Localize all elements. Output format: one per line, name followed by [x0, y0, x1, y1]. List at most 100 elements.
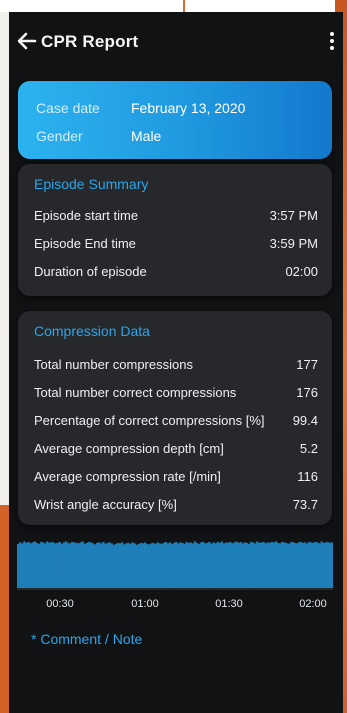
chart-bar	[50, 541, 53, 588]
wrist-angle-value: 73.7	[292, 497, 318, 512]
compression-row: Total number correct compressions 176	[34, 385, 318, 405]
chart-bar	[204, 543, 207, 588]
chart-bar	[197, 543, 201, 588]
back-arrow-icon[interactable]	[17, 31, 37, 51]
chart-bar	[17, 543, 20, 588]
chart-bar	[305, 543, 309, 588]
case-date-label: Case date	[36, 100, 100, 116]
chart-bar	[177, 543, 180, 588]
chart-bar	[226, 542, 230, 588]
chart-bar	[239, 541, 242, 588]
chart-bar	[195, 542, 199, 588]
chart-bar	[96, 542, 99, 588]
chart-bar	[164, 541, 167, 588]
chart-bar	[289, 542, 292, 588]
chart-bar	[220, 541, 224, 588]
wrist-angle-label: Wrist angle accuracy [%]	[34, 497, 177, 512]
chart-bar	[54, 543, 57, 588]
chart-bar	[260, 542, 263, 588]
percentage-correct-value: 99.4	[292, 413, 318, 428]
chart-bar	[281, 541, 284, 588]
chart-bar	[210, 543, 213, 588]
chart-bar	[116, 542, 120, 588]
episode-end-label: Episode End time	[34, 236, 136, 251]
chart-bar	[310, 542, 313, 588]
case-info-card: Case date February 13, 2020 Gender Male	[18, 81, 332, 159]
chart-bar	[214, 543, 217, 588]
chart-bar	[229, 541, 232, 588]
chart-bar	[112, 544, 116, 588]
chart-bar	[170, 543, 174, 588]
chart-bar	[37, 543, 41, 588]
chart-bar	[66, 542, 70, 588]
chart-bar	[58, 541, 61, 588]
correct-compressions-label: Total number correct compressions	[34, 385, 237, 400]
chart-bar	[189, 542, 192, 588]
chart-bar	[251, 542, 255, 588]
chart-bar	[191, 543, 195, 588]
chart-bar	[318, 543, 321, 588]
episode-row: Duration of episode 02:00	[34, 264, 318, 284]
average-depth-value: 5.2	[299, 441, 318, 456]
chart-bar	[102, 541, 105, 588]
chart-bar	[154, 543, 157, 588]
chart-bar	[35, 542, 39, 588]
chart-bar	[303, 542, 307, 588]
chart-bar	[287, 543, 290, 588]
chart-bar	[147, 544, 151, 588]
chart-bar	[241, 543, 244, 588]
chart-bar	[71, 541, 74, 588]
chart-bar	[31, 542, 34, 588]
chart-bar	[64, 541, 68, 588]
chart-bar	[108, 542, 111, 588]
app-screen: CPR Report Case date February 13, 2020 Ge…	[9, 12, 343, 713]
chart-bar	[56, 542, 59, 588]
chart-bar	[60, 543, 64, 588]
total-compressions-label: Total number compressions	[34, 357, 193, 372]
chart-bar	[258, 542, 261, 588]
chart-bar	[68, 543, 72, 588]
chart-bar	[145, 543, 149, 588]
compression-data-title: Compression Data	[34, 323, 150, 339]
episode-summary-title: Episode Summary	[34, 176, 149, 192]
chart-bar	[106, 542, 109, 588]
chart-bar	[131, 542, 134, 588]
chart-bar	[175, 541, 178, 588]
chart-bar	[243, 542, 246, 588]
chart-bar	[139, 542, 143, 588]
compression-data-card: Compression Data Total number compressio…	[18, 311, 332, 525]
chart-bar	[293, 542, 296, 588]
chart-bar	[23, 541, 26, 588]
chart-bar	[127, 542, 130, 588]
chart-bar	[143, 542, 147, 588]
episode-duration-label: Duration of episode	[34, 264, 147, 279]
chart-bar	[29, 543, 32, 588]
chart-bar	[222, 543, 226, 588]
chart-bar	[104, 543, 107, 588]
chart-bar	[330, 542, 333, 588]
more-options-icon[interactable]	[327, 30, 337, 52]
chart-bar	[272, 542, 276, 588]
chart-bar	[206, 542, 209, 588]
chart-bar	[114, 543, 118, 588]
chart-bar	[93, 544, 97, 588]
comment-note-link[interactable]: * Comment / Note	[31, 631, 142, 647]
episode-start-value: 3:57 PM	[269, 208, 318, 223]
chart-bar	[314, 541, 317, 588]
chart-x-tick-label: 00:30	[46, 598, 74, 610]
chart-bar	[262, 541, 265, 588]
chart-bar	[27, 541, 30, 588]
case-date-value: February 13, 2020	[131, 100, 246, 116]
gender-value: Male	[131, 128, 162, 144]
chart-bar	[276, 542, 280, 588]
compression-row: Wrist angle accuracy [%] 73.7	[34, 497, 318, 517]
chart-bar	[46, 541, 49, 588]
gender-label: Gender	[36, 128, 83, 144]
chart-bar	[301, 542, 305, 588]
chart-bar	[235, 541, 238, 588]
percentage-correct-label: Percentage of correct compressions [%]	[34, 413, 265, 428]
chart-bar	[39, 541, 43, 588]
chart-bar	[33, 541, 37, 588]
chart-bar	[322, 542, 325, 588]
chart-bar	[79, 542, 82, 588]
